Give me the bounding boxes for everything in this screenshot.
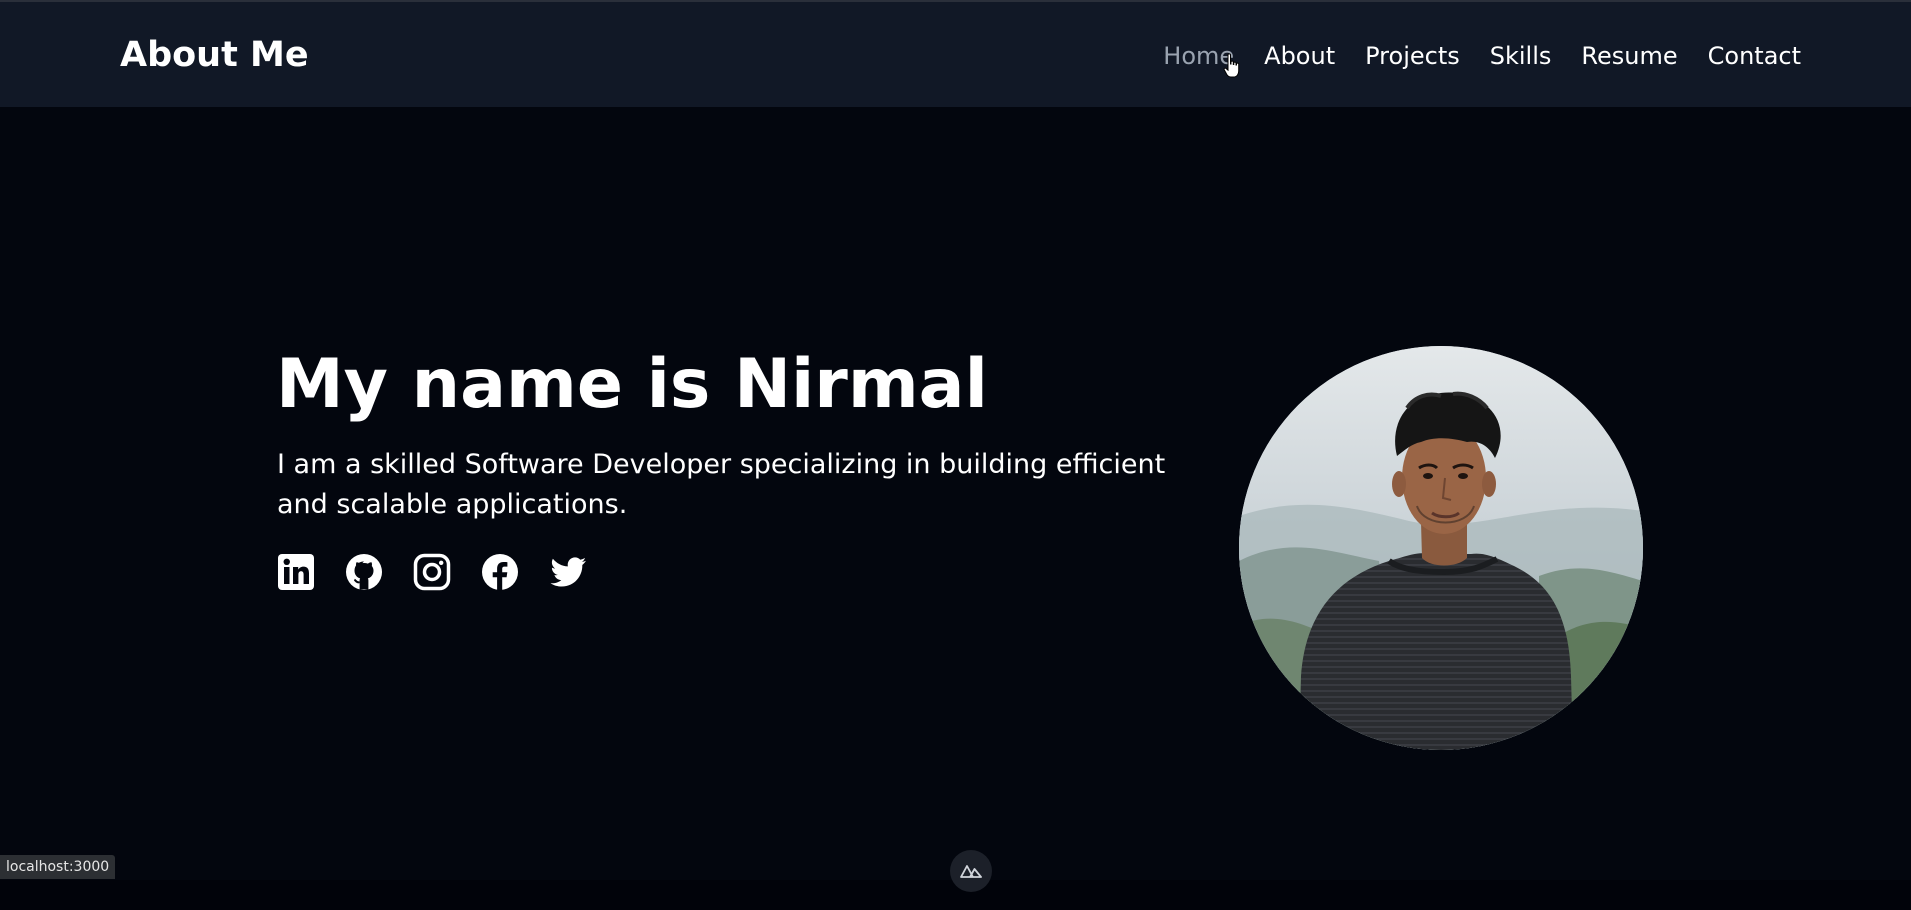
- nav-link-resume[interactable]: Resume: [1581, 42, 1677, 70]
- nuxt-logo-icon: [960, 865, 982, 878]
- linkedin-icon[interactable]: [277, 553, 315, 591]
- nuxt-devtools-button[interactable]: [950, 850, 992, 892]
- nav-link-projects[interactable]: Projects: [1365, 42, 1460, 70]
- nav-link-about[interactable]: About: [1264, 42, 1335, 70]
- twitter-icon[interactable]: [549, 553, 587, 591]
- hero-title: My name is Nirmal: [276, 345, 988, 424]
- brand-logo-text[interactable]: About Me: [120, 35, 309, 75]
- instagram-icon[interactable]: [413, 553, 451, 591]
- hero-subtitle: I am a skilled Software Developer specia…: [277, 449, 1166, 520]
- hand-cursor-icon: [1223, 53, 1240, 78]
- facebook-icon[interactable]: [481, 553, 519, 591]
- navbar: About Me Home About Projects Skills Resu…: [0, 2, 1911, 107]
- status-bar-url: localhost:3000: [0, 855, 116, 879]
- nav-link-skills[interactable]: Skills: [1490, 42, 1552, 70]
- page: About Me Home About Projects Skills Resu…: [0, 0, 1911, 910]
- nav-link-contact[interactable]: Contact: [1708, 42, 1801, 70]
- social-links: [277, 553, 587, 591]
- profile-photo: [1239, 346, 1643, 750]
- github-icon[interactable]: [345, 553, 383, 591]
- main-nav: Home About Projects Skills Resume Contac…: [1163, 42, 1801, 70]
